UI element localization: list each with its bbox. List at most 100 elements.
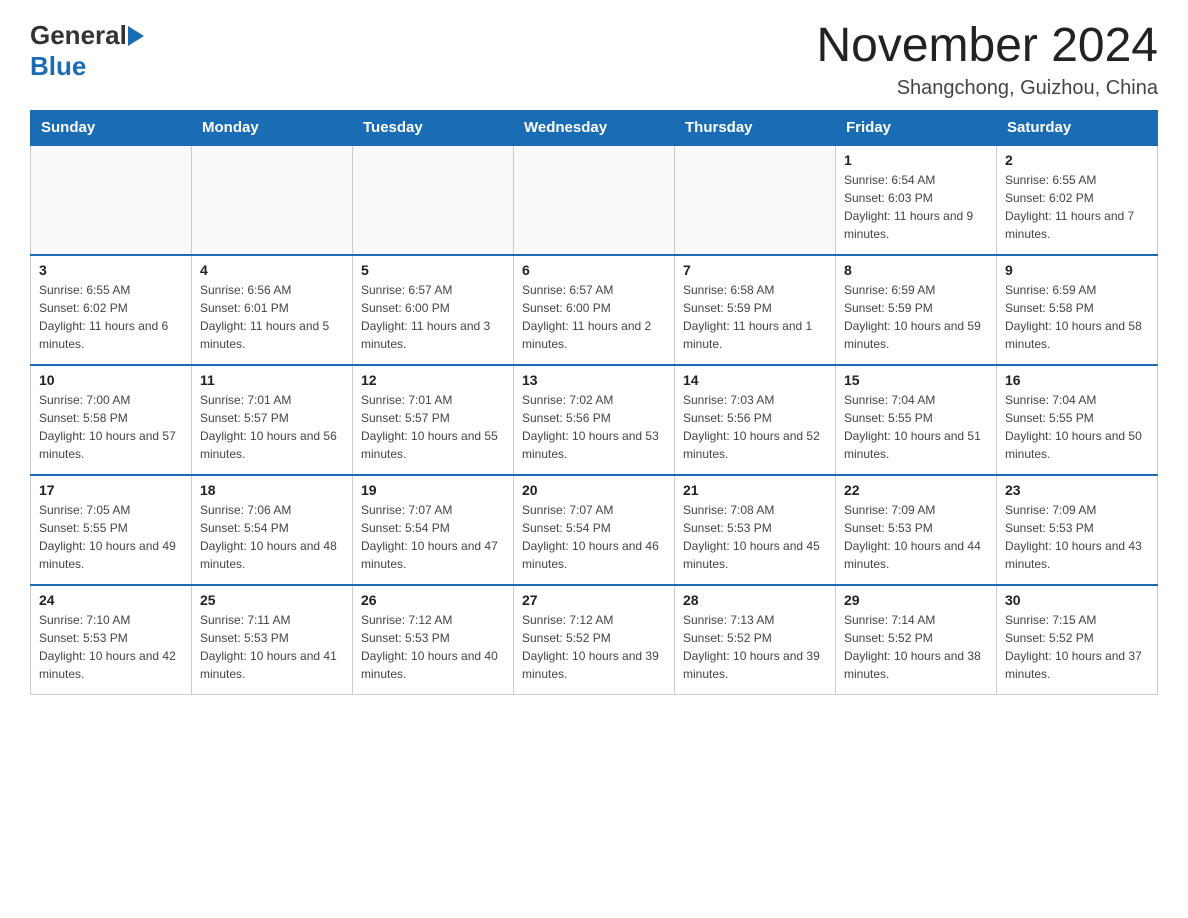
day-number: 7 — [683, 262, 827, 278]
calendar-day: 27 Sunrise: 7:12 AMSunset: 5:52 PMDayligh… — [514, 585, 675, 695]
calendar-day: 11Sunrise: 7:01 AMSunset: 5:57 PMDayligh… — [192, 365, 353, 475]
calendar-day: 25 Sunrise: 7:11 AMSunset: 5:53 PMDayligh… — [192, 585, 353, 695]
calendar-day: 8Sunrise: 6:59 AMSunset: 5:59 PMDaylight… — [836, 255, 997, 365]
day-number: 2 — [1005, 152, 1149, 168]
weekday-header-saturday: Saturday — [997, 110, 1158, 145]
day-number: 25 — [200, 592, 344, 608]
calendar-day: 22Sunrise: 7:09 AMSunset: 5:53 PMDayligh… — [836, 475, 997, 585]
calendar-day: 5 Sunrise: 6:57 AMSunset: 6:00 PMDaylight… — [353, 255, 514, 365]
day-info: Sunrise: 7:01 AMSunset: 5:57 PMDaylight:… — [361, 391, 505, 463]
calendar-day — [192, 145, 353, 255]
calendar-day: 16Sunrise: 7:04 AMSunset: 5:55 PMDayligh… — [997, 365, 1158, 475]
day-info: Sunrise: 7:06 AMSunset: 5:54 PMDaylight:… — [200, 501, 344, 573]
weekday-header-sunday: Sunday — [31, 110, 192, 145]
day-info: Sunrise: 6:58 AMSunset: 5:59 PMDaylight:… — [683, 281, 827, 353]
month-title: November 2024 — [816, 20, 1158, 73]
calendar-day: 28Sunrise: 7:13 AMSunset: 5:52 PMDayligh… — [675, 585, 836, 695]
day-info: Sunrise: 6:57 AMSunset: 6:00 PMDaylight:… — [361, 281, 505, 353]
calendar-day: 20Sunrise: 7:07 AMSunset: 5:54 PMDayligh… — [514, 475, 675, 585]
day-info: Sunrise: 7:15 AMSunset: 5:52 PMDaylight:… — [1005, 611, 1149, 683]
day-number: 30 — [1005, 592, 1149, 608]
day-info: Sunrise: 7:01 AMSunset: 5:57 PMDaylight:… — [200, 391, 344, 463]
day-number: 8 — [844, 262, 988, 278]
calendar-day — [675, 145, 836, 255]
day-number: 9 — [1005, 262, 1149, 278]
calendar-week-1: 1 Sunrise: 6:54 AMSunset: 6:03 PMDaylight… — [31, 145, 1158, 255]
day-info: Sunrise: 7:09 AMSunset: 5:53 PMDaylight:… — [1005, 501, 1149, 573]
day-info: Sunrise: 7:08 AMSunset: 5:53 PMDaylight:… — [683, 501, 827, 573]
calendar-body: 1 Sunrise: 6:54 AMSunset: 6:03 PMDaylight… — [31, 145, 1158, 695]
day-number: 24 — [39, 592, 183, 608]
day-number: 17 — [39, 482, 183, 498]
calendar-week-4: 17 Sunrise: 7:05 AMSunset: 5:55 PMDayligh… — [31, 475, 1158, 585]
calendar-day: 19 Sunrise: 7:07 AMSunset: 5:54 PMDayligh… — [353, 475, 514, 585]
calendar-day: 23 Sunrise: 7:09 AMSunset: 5:53 PMDayligh… — [997, 475, 1158, 585]
day-info: Sunrise: 7:13 AMSunset: 5:52 PMDaylight:… — [683, 611, 827, 683]
day-number: 4 — [200, 262, 344, 278]
calendar-day: 13Sunrise: 7:02 AMSunset: 5:56 PMDayligh… — [514, 365, 675, 475]
day-info: Sunrise: 6:54 AMSunset: 6:03 PMDaylight:… — [844, 171, 988, 243]
logo-blue-text: Blue — [30, 51, 145, 82]
day-info: Sunrise: 7:04 AMSunset: 5:55 PMDaylight:… — [844, 391, 988, 463]
day-number: 20 — [522, 482, 666, 498]
day-number: 12 — [361, 372, 505, 388]
weekday-header-monday: Monday — [192, 110, 353, 145]
calendar-week-5: 24Sunrise: 7:10 AMSunset: 5:53 PMDayligh… — [31, 585, 1158, 695]
calendar-day: 4 Sunrise: 6:56 AMSunset: 6:01 PMDaylight… — [192, 255, 353, 365]
calendar-day: 12 Sunrise: 7:01 AMSunset: 5:57 PMDayligh… — [353, 365, 514, 475]
calendar-day: 29Sunrise: 7:14 AMSunset: 5:52 PMDayligh… — [836, 585, 997, 695]
calendar-day: 1 Sunrise: 6:54 AMSunset: 6:03 PMDaylight… — [836, 145, 997, 255]
day-number: 13 — [522, 372, 666, 388]
day-info: Sunrise: 7:05 AMSunset: 5:55 PMDaylight:… — [39, 501, 183, 573]
weekday-header-wednesday: Wednesday — [514, 110, 675, 145]
calendar-day: 26Sunrise: 7:12 AMSunset: 5:53 PMDayligh… — [353, 585, 514, 695]
day-number: 19 — [361, 482, 505, 498]
weekday-header-row: SundayMondayTuesdayWednesdayThursdayFrid… — [31, 110, 1158, 145]
title-area: November 2024 Shangchong, Guizhou, China — [816, 20, 1158, 100]
day-info: Sunrise: 6:56 AMSunset: 6:01 PMDaylight:… — [200, 281, 344, 353]
day-number: 27 — [522, 592, 666, 608]
page-header: General Blue November 2024 Shangchong, G… — [30, 20, 1158, 100]
weekday-header-friday: Friday — [836, 110, 997, 145]
calendar-day: 15 Sunrise: 7:04 AMSunset: 5:55 PMDayligh… — [836, 365, 997, 475]
day-info: Sunrise: 7:09 AMSunset: 5:53 PMDaylight:… — [844, 501, 988, 573]
calendar-day: 3 Sunrise: 6:55 AMSunset: 6:02 PMDaylight… — [31, 255, 192, 365]
day-number: 14 — [683, 372, 827, 388]
calendar-week-2: 3 Sunrise: 6:55 AMSunset: 6:02 PMDaylight… — [31, 255, 1158, 365]
calendar-day — [514, 145, 675, 255]
calendar-week-3: 10 Sunrise: 7:00 AMSunset: 5:58 PMDayligh… — [31, 365, 1158, 475]
calendar-day: 14Sunrise: 7:03 AMSunset: 5:56 PMDayligh… — [675, 365, 836, 475]
calendar-day: 24Sunrise: 7:10 AMSunset: 5:53 PMDayligh… — [31, 585, 192, 695]
calendar-day: 7 Sunrise: 6:58 AMSunset: 5:59 PMDaylight… — [675, 255, 836, 365]
calendar-day — [31, 145, 192, 255]
day-number: 29 — [844, 592, 988, 608]
day-number: 10 — [39, 372, 183, 388]
calendar-day: 21Sunrise: 7:08 AMSunset: 5:53 PMDayligh… — [675, 475, 836, 585]
day-info: Sunrise: 7:07 AMSunset: 5:54 PMDaylight:… — [361, 501, 505, 573]
day-number: 16 — [1005, 372, 1149, 388]
calendar-day: 2Sunrise: 6:55 AMSunset: 6:02 PMDaylight… — [997, 145, 1158, 255]
day-info: Sunrise: 6:55 AMSunset: 6:02 PMDaylight:… — [39, 281, 183, 353]
calendar-day: 18 Sunrise: 7:06 AMSunset: 5:54 PMDayligh… — [192, 475, 353, 585]
calendar-day: 6 Sunrise: 6:57 AMSunset: 6:00 PMDaylight… — [514, 255, 675, 365]
day-info: Sunrise: 6:57 AMSunset: 6:00 PMDaylight:… — [522, 281, 666, 353]
day-number: 1 — [844, 152, 988, 168]
day-number: 6 — [522, 262, 666, 278]
calendar-day: 17 Sunrise: 7:05 AMSunset: 5:55 PMDayligh… — [31, 475, 192, 585]
calendar-table: SundayMondayTuesdayWednesdayThursdayFrid… — [30, 110, 1158, 696]
calendar-header: SundayMondayTuesdayWednesdayThursdayFrid… — [31, 110, 1158, 145]
day-number: 15 — [844, 372, 988, 388]
logo: General Blue — [30, 20, 145, 82]
day-info: Sunrise: 7:12 AMSunset: 5:52 PMDaylight:… — [522, 611, 666, 683]
day-info: Sunrise: 7:11 AMSunset: 5:53 PMDaylight:… — [200, 611, 344, 683]
calendar-day: 10 Sunrise: 7:00 AMSunset: 5:58 PMDayligh… — [31, 365, 192, 475]
day-number: 5 — [361, 262, 505, 278]
day-number: 18 — [200, 482, 344, 498]
logo-arrow-icon — [128, 26, 144, 46]
day-number: 23 — [1005, 482, 1149, 498]
weekday-header-thursday: Thursday — [675, 110, 836, 145]
calendar-day: 30 Sunrise: 7:15 AMSunset: 5:52 PMDayligh… — [997, 585, 1158, 695]
day-number: 3 — [39, 262, 183, 278]
day-info: Sunrise: 7:12 AMSunset: 5:53 PMDaylight:… — [361, 611, 505, 683]
day-info: Sunrise: 7:00 AMSunset: 5:58 PMDaylight:… — [39, 391, 183, 463]
